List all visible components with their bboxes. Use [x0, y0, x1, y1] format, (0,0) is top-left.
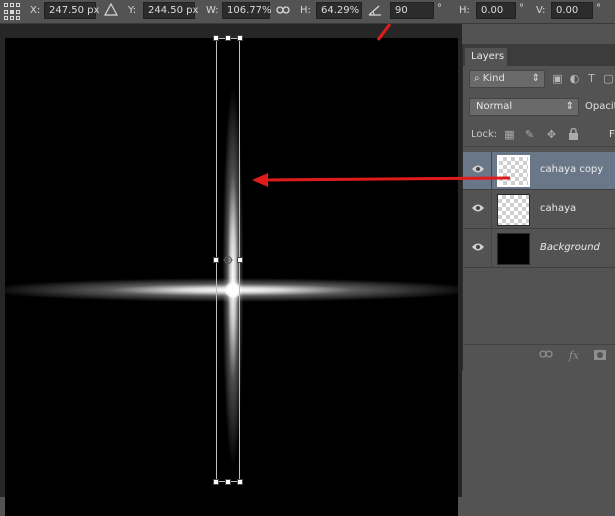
transform-handle-middle-left[interactable] — [213, 257, 219, 263]
horizontal-skew-field[interactable]: 0.00 — [476, 2, 516, 19]
layer-thumbnail — [497, 233, 530, 265]
layer-name[interactable]: Background — [540, 242, 600, 253]
shape-layer-filter-icon[interactable]: ▢ — [602, 72, 615, 85]
eye-icon[interactable] — [471, 242, 485, 252]
hskew-unit: ° — [519, 3, 524, 14]
link-icon[interactable] — [276, 4, 290, 19]
add-mask-icon[interactable] — [593, 349, 607, 363]
transform-handle-top-left[interactable] — [213, 35, 219, 41]
panel-tab-bar: Layers — [463, 44, 615, 66]
transform-handle-middle-right[interactable] — [237, 257, 243, 263]
type-layer-filter-icon[interactable]: T — [585, 72, 598, 85]
height-field[interactable]: 64.29% — [316, 2, 362, 19]
layers-panel-footer: fx — [463, 344, 615, 367]
layer-name[interactable]: cahaya copy — [540, 164, 603, 175]
select-arrows-icon: ⇕ — [565, 101, 574, 112]
lock-all-icon[interactable] — [567, 127, 580, 141]
layer-row-background[interactable]: Background — [463, 230, 615, 268]
h-label: H: — [300, 5, 311, 16]
vskew-label: V: — [536, 5, 546, 16]
lock-row: Lock: ▦ ✎ ✥ Fi — [463, 124, 615, 147]
link-layers-icon[interactable] — [539, 349, 553, 363]
transform-options-bar: X: 247.50 px Y: 244.50 px W: 106.77% H: … — [0, 0, 615, 24]
kind-filter-select[interactable]: ⌕ Kind ⇕ — [469, 70, 545, 88]
transform-handle-bottom-right[interactable] — [237, 479, 243, 485]
eye-icon[interactable] — [471, 203, 485, 213]
delta-triangle-icon[interactable] — [103, 2, 119, 19]
layer-row-cahaya-copy[interactable]: cahaya copy — [463, 152, 615, 190]
vertical-skew-field[interactable]: 0.00 — [551, 2, 593, 19]
y-label: Y: — [128, 5, 137, 16]
search-icon: ⌕ — [474, 73, 480, 84]
transform-handle-top-right[interactable] — [237, 35, 243, 41]
transform-handle-bottom-left[interactable] — [213, 479, 219, 485]
transform-pivot-point-icon[interactable] — [223, 255, 233, 265]
y-position-field[interactable]: 244.50 px — [143, 2, 198, 19]
fx-icon[interactable]: fx — [567, 349, 581, 363]
layer-filter-row: ⌕ Kind ⇕ ▣ ◐ T ▢ — [463, 68, 615, 90]
layer-thumbnail — [497, 194, 530, 226]
hskew-label: H: — [459, 5, 470, 16]
fill-label: Fi — [609, 129, 615, 140]
lock-image-pixels-icon[interactable]: ✎ — [523, 128, 536, 141]
w-label: W: — [206, 5, 219, 16]
blend-mode-value: Normal — [476, 101, 513, 112]
lock-transparent-pixels-icon[interactable]: ▦ — [503, 128, 516, 141]
x-position-field[interactable]: 247.50 px — [44, 2, 99, 19]
x-label: X: — [30, 5, 41, 16]
rotation-angle-field[interactable]: 90 — [390, 2, 434, 19]
vskew-unit: ° — [596, 3, 601, 14]
layer-name[interactable]: cahaya — [540, 203, 576, 214]
kind-filter-label: Kind — [482, 73, 505, 84]
opacity-label: Opacity — [585, 101, 615, 112]
lock-label: Lock: — [471, 129, 498, 140]
blend-mode-select[interactable]: Normal ⇕ — [469, 98, 579, 116]
angle-unit: ° — [437, 3, 442, 14]
transform-handle-bottom-center[interactable] — [225, 479, 231, 485]
width-field[interactable]: 106.77% — [222, 2, 272, 19]
adjustment-layer-filter-icon[interactable]: ◐ — [568, 72, 581, 85]
layers-panel: Layers ⌕ Kind ⇕ ▣ ◐ T ▢ Normal ⇕ Opacity… — [462, 44, 615, 370]
lock-position-icon[interactable]: ✥ — [545, 128, 558, 141]
tab-layers[interactable]: Layers — [465, 48, 507, 66]
blend-row: Normal ⇕ Opacity — [463, 96, 615, 118]
select-arrows-icon: ⇕ — [531, 73, 540, 84]
eye-icon[interactable] — [471, 164, 485, 174]
pixel-layer-filter-icon[interactable]: ▣ — [551, 72, 564, 85]
transform-handle-top-center[interactable] — [225, 35, 231, 41]
layer-row-cahaya[interactable]: cahaya — [463, 191, 615, 229]
angle-icon — [368, 4, 382, 19]
layer-thumbnail — [497, 155, 530, 187]
reference-point-grid-icon[interactable] — [4, 3, 22, 21]
